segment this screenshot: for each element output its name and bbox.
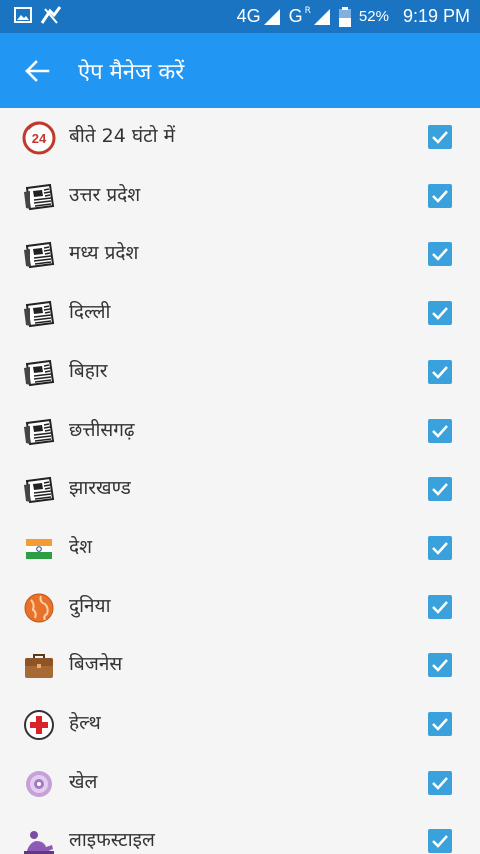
checkbox[interactable] bbox=[428, 242, 452, 267]
status-system: 4G G R 52% 9:19 PM bbox=[237, 6, 470, 27]
image-notification-icon bbox=[14, 6, 32, 28]
list-item[interactable]: उत्तर प्रदेश bbox=[0, 167, 480, 225]
list-item-label: दुनिया bbox=[69, 594, 111, 617]
signal-4g: 4G bbox=[237, 6, 281, 27]
checkbox[interactable] bbox=[428, 770, 452, 795]
check-icon bbox=[432, 835, 448, 849]
list-item-label: खेल bbox=[69, 770, 98, 793]
checkbox[interactable] bbox=[428, 829, 452, 854]
signal-g: G R bbox=[289, 6, 331, 27]
check-icon bbox=[432, 659, 448, 673]
24-badge-text: 24 bbox=[32, 131, 47, 146]
check-icon bbox=[432, 248, 448, 262]
checkbox[interactable] bbox=[428, 477, 452, 502]
newspaper-icon bbox=[22, 238, 56, 272]
newspaper-icon bbox=[22, 415, 56, 449]
list-item[interactable]: झारखण्ड bbox=[0, 460, 480, 518]
arrow-left-icon bbox=[25, 59, 50, 82]
checkbox[interactable] bbox=[428, 712, 452, 736]
signal-bars-icon bbox=[313, 8, 330, 25]
check-icon bbox=[432, 307, 448, 320]
list-item[interactable]: देश bbox=[0, 519, 480, 577]
check-icon bbox=[432, 131, 448, 144]
status-notifications bbox=[14, 5, 62, 29]
list-item[interactable]: दुनिया bbox=[0, 578, 480, 636]
battery-percent: 52% bbox=[358, 8, 389, 25]
app-notification-icon bbox=[40, 5, 62, 29]
list-item[interactable]: मध्य प्रदेश bbox=[0, 225, 480, 283]
24-hours-icon: 24 bbox=[22, 121, 56, 155]
checkbox[interactable] bbox=[428, 594, 452, 619]
network-g-label: G bbox=[288, 6, 303, 26]
list-item[interactable]: हेल्थ bbox=[0, 695, 480, 753]
check-icon bbox=[432, 365, 448, 379]
clock: 9:19 PM bbox=[402, 6, 470, 26]
newspaper-icon bbox=[22, 356, 56, 390]
check-icon bbox=[432, 718, 448, 731]
list-item-label: उत्तर प्रदेश bbox=[69, 183, 141, 206]
list-item-label: हेल्थ bbox=[69, 712, 101, 734]
list-item-label: लाइफस्टाइल bbox=[69, 829, 155, 852]
newspaper-icon bbox=[22, 297, 56, 331]
newspaper-icon bbox=[22, 473, 56, 507]
list-item-label: छत्तीसगढ़ bbox=[69, 418, 135, 441]
list-item-label: बीते 24 घंटो में bbox=[69, 125, 175, 147]
health-cross-icon bbox=[22, 708, 56, 742]
check-icon bbox=[432, 424, 448, 438]
list-item[interactable]: 24 बीते 24 घंटो में bbox=[0, 108, 480, 166]
list-item-label: झारखण्ड bbox=[69, 477, 131, 500]
list-item[interactable]: दिल्ली bbox=[0, 284, 480, 342]
list-item[interactable]: बिहार bbox=[0, 343, 480, 401]
check-icon bbox=[432, 189, 448, 203]
india-flag-icon bbox=[22, 532, 56, 566]
check-icon bbox=[432, 542, 448, 555]
globe-icon bbox=[22, 591, 56, 625]
list-item-label: देश bbox=[69, 535, 93, 558]
network-g-sup: R bbox=[304, 6, 311, 16]
battery-icon bbox=[338, 6, 351, 27]
check-icon bbox=[432, 483, 448, 497]
ball-icon bbox=[22, 767, 56, 801]
checkbox[interactable] bbox=[428, 535, 452, 560]
checkbox[interactable] bbox=[428, 301, 452, 326]
list-item[interactable]: बिजनेस bbox=[0, 636, 480, 694]
briefcase-icon bbox=[22, 649, 56, 683]
list-item-label: दिल्ली bbox=[69, 301, 111, 324]
signal-bars-icon bbox=[263, 8, 280, 25]
page-title: ऐप मैनेज करें bbox=[78, 59, 185, 85]
list-item[interactable]: छत्तीसगढ़ bbox=[0, 402, 480, 460]
category-list: 24 बीते 24 घंटो में उत्तर प्रदेश मध्य प्… bbox=[0, 108, 480, 854]
checkbox[interactable] bbox=[428, 653, 452, 678]
checkbox[interactable] bbox=[428, 418, 452, 443]
app-bar: ऐप मैनेज करें bbox=[0, 33, 480, 108]
check-icon bbox=[432, 776, 448, 790]
list-item-label: मध्य प्रदेश bbox=[69, 242, 139, 265]
check-icon bbox=[432, 600, 448, 614]
newspaper-icon bbox=[22, 180, 56, 214]
list-item-label: बिहार bbox=[69, 359, 108, 382]
list-item[interactable]: लाइफस्टाइल bbox=[0, 812, 480, 854]
back-button[interactable] bbox=[0, 33, 74, 108]
checkbox[interactable] bbox=[428, 125, 452, 149]
list-item-label: बिजनेस bbox=[69, 653, 123, 676]
list-item[interactable]: खेल bbox=[0, 754, 480, 812]
checkbox[interactable] bbox=[428, 183, 452, 208]
network-4g-label: 4G bbox=[236, 6, 261, 26]
lifestyle-icon bbox=[22, 825, 56, 854]
checkbox[interactable] bbox=[428, 359, 452, 384]
status-bar: 4G G R 52% 9:19 PM bbox=[0, 0, 480, 33]
